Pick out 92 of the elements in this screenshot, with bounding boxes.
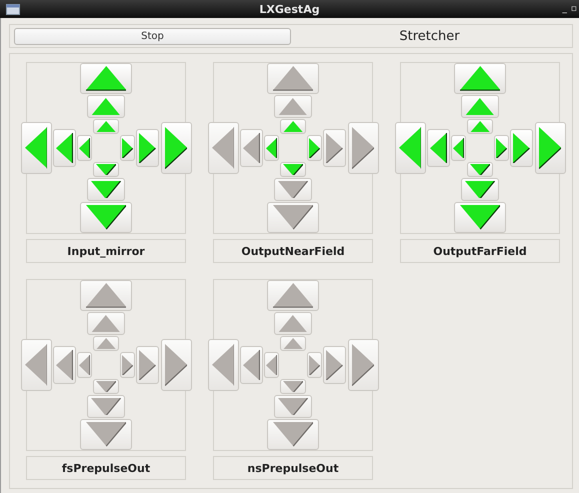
panel-label: nsPrepulseOut (213, 456, 373, 480)
triangle-down-icon (465, 180, 495, 198)
triangle-down-icon (282, 380, 304, 392)
triangle-up-icon (282, 338, 304, 350)
arrow-button[interactable] (534, 122, 566, 174)
arrow-button[interactable] (53, 129, 76, 167)
window-title: LXGestAg (259, 2, 320, 16)
triangle-right-icon (164, 127, 188, 169)
arrow-button[interactable] (80, 63, 132, 94)
triangle-up-icon (460, 66, 500, 91)
triangle-right-icon (139, 350, 156, 380)
arrow-button[interactable] (427, 129, 450, 167)
arrow-button[interactable] (461, 178, 499, 201)
arrow-button[interactable] (494, 135, 509, 161)
triangle-up-icon (278, 314, 308, 332)
arrow-button[interactable] (136, 129, 159, 167)
panel-label: Input_mirror (26, 239, 186, 263)
triangle-down-icon (470, 164, 490, 176)
triangle-down-icon (278, 180, 308, 198)
triangle-down-icon (96, 164, 116, 176)
triangle-left-icon (79, 354, 90, 376)
triangle-up-icon (86, 283, 126, 308)
triangle-up-icon (470, 120, 490, 132)
triangle-left-icon (266, 138, 277, 158)
arrow-button[interactable] (467, 162, 493, 177)
triangle-left-icon (398, 127, 422, 169)
triangle-up-icon (96, 120, 116, 132)
triangle-right-icon (164, 344, 188, 386)
arrow-button[interactable] (87, 178, 125, 201)
triangle-up-icon (91, 98, 121, 116)
triangle-right-icon (326, 350, 343, 380)
panel-label: OutputNearField (213, 239, 373, 263)
triangle-down-icon (272, 422, 314, 447)
arrow-button[interactable] (77, 135, 92, 161)
stop-button[interactable]: Stop (14, 28, 291, 44)
arrow-button[interactable] (454, 63, 506, 94)
window-control[interactable]: _ (562, 4, 567, 14)
triangle-down-icon (282, 164, 304, 176)
triangle-left-icon (243, 350, 260, 380)
triangle-up-icon (272, 283, 314, 308)
triangle-right-icon (122, 354, 133, 376)
triangle-up-icon (91, 314, 121, 332)
triangle-left-icon (243, 132, 260, 164)
triangle-up-icon (272, 66, 314, 91)
arrow-button[interactable] (451, 135, 466, 161)
arrow-button[interactable] (510, 129, 533, 167)
triangle-down-icon (96, 380, 116, 392)
arrow-button[interactable] (120, 135, 135, 161)
triangle-left-icon (24, 344, 48, 386)
triangle-down-icon (91, 398, 121, 416)
triangle-left-icon (56, 350, 73, 380)
triangle-left-icon (453, 138, 464, 158)
triangle-right-icon (139, 132, 156, 164)
triangle-up-icon (96, 338, 116, 350)
triangle-right-icon (496, 138, 507, 158)
triangle-left-icon (430, 132, 447, 164)
triangle-down-icon (86, 205, 126, 230)
triangle-right-icon (326, 132, 343, 164)
arrow-button[interactable] (280, 162, 306, 177)
triangle-left-icon (212, 344, 234, 386)
triangle-left-icon (212, 127, 234, 169)
triangle-right-icon (309, 354, 320, 376)
triangle-left-icon (56, 132, 73, 164)
triangle-up-icon (86, 66, 126, 91)
triangle-right-icon (538, 127, 562, 169)
arrow-button[interactable] (80, 202, 132, 233)
window-icon (6, 4, 20, 14)
triangle-down-icon (86, 422, 126, 447)
triangle-down-icon (278, 398, 308, 416)
triangle-right-icon (122, 138, 133, 158)
triangle-up-icon (282, 120, 304, 132)
triangle-up-icon (465, 98, 495, 116)
panel-label: OutputFarField (400, 239, 560, 263)
triangle-right-icon (309, 138, 320, 158)
triangle-right-icon (352, 127, 374, 169)
triangle-down-icon (272, 205, 314, 230)
triangle-left-icon (79, 138, 90, 158)
panel-label: fsPrepulseOut (26, 456, 186, 480)
arrow-button[interactable] (454, 202, 506, 233)
triangle-left-icon (24, 127, 48, 169)
triangle-down-icon (460, 205, 500, 230)
triangle-right-icon (352, 344, 374, 386)
arrow-button[interactable] (307, 135, 322, 161)
triangle-up-icon (278, 98, 308, 116)
arrow-button[interactable] (264, 135, 279, 161)
triangle-left-icon (266, 354, 277, 376)
arrow-button[interactable] (93, 162, 119, 177)
arrow-button[interactable] (160, 122, 192, 174)
window-control[interactable]: ▫ (570, 4, 577, 14)
section-title: Stretcher (399, 28, 460, 44)
triangle-right-icon (513, 132, 530, 164)
triangle-down-icon (91, 180, 121, 198)
